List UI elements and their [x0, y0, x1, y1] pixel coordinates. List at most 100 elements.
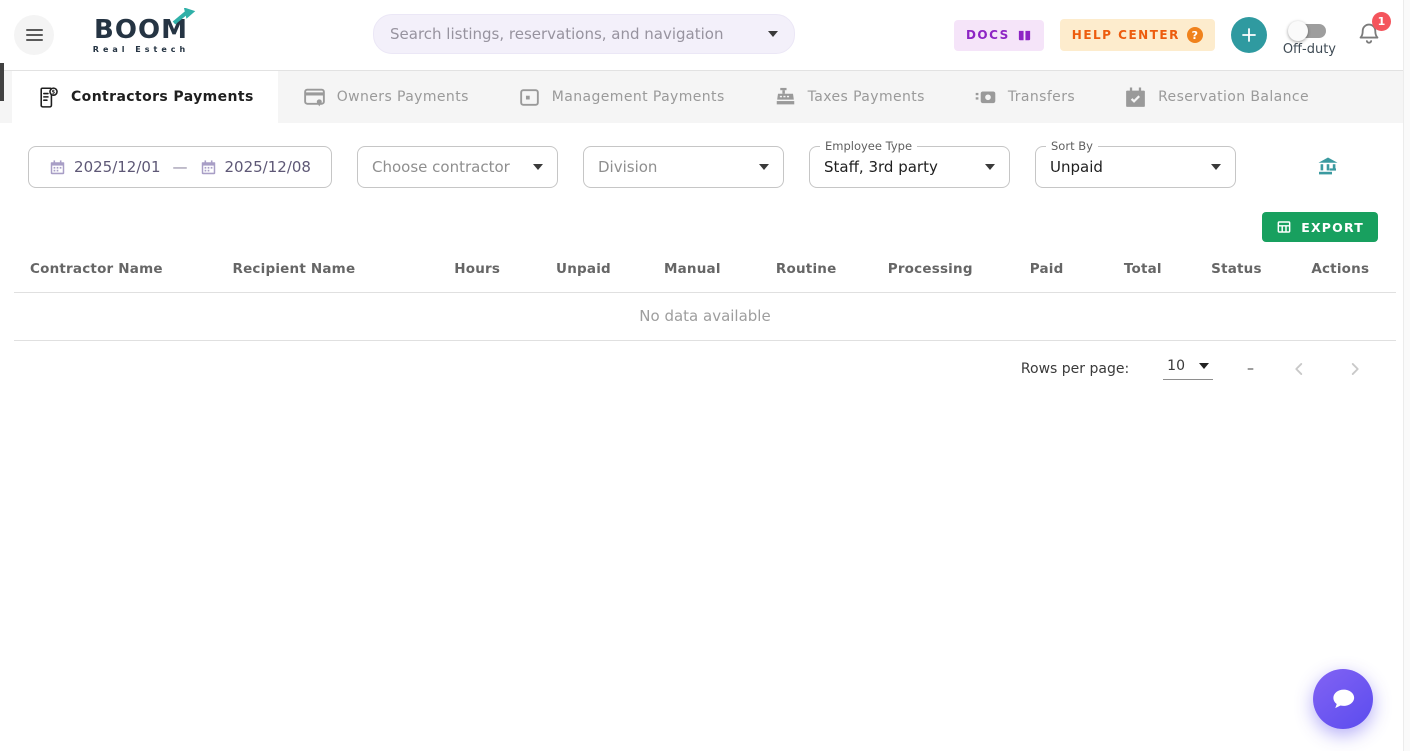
calendar-icon: [200, 159, 217, 176]
tab-taxes-payments[interactable]: Taxes Payments: [749, 71, 949, 123]
col-processing: Processing: [864, 246, 996, 293]
rows-per-page-value: 10: [1167, 358, 1185, 374]
chevron-down-icon: [533, 164, 543, 170]
date-to-value: 2025/12/08: [225, 158, 311, 176]
col-total: Total: [1097, 246, 1188, 293]
logo-arrow-icon: [172, 8, 196, 26]
page: BOOM Real Estech DOCS HELP CENTER: [0, 0, 1410, 751]
notifications-button[interactable]: 1: [1356, 20, 1382, 50]
empty-message: No data available: [14, 293, 1396, 341]
contractor-select[interactable]: Choose contractor: [357, 146, 558, 188]
employee-type-select[interactable]: Employee Type Staff, 3rd party: [809, 146, 1010, 188]
rows-per-page-select[interactable]: 10: [1163, 358, 1213, 380]
col-manual: Manual: [637, 246, 748, 293]
chevron-left-icon: [1288, 358, 1310, 380]
pagination: Rows per page: 10 –: [0, 341, 1410, 380]
scrollbar[interactable]: [1403, 0, 1410, 751]
book-icon: [1017, 28, 1032, 43]
notification-badge: 1: [1372, 12, 1391, 31]
tab-reservation-balance[interactable]: Reservation Balance: [1099, 71, 1333, 123]
col-actions: Actions: [1285, 246, 1396, 293]
hamburger-icon: [26, 29, 43, 31]
export-button[interactable]: EXPORT: [1262, 212, 1378, 242]
page-range: –: [1247, 361, 1254, 377]
tab-label: Reservation Balance: [1158, 89, 1309, 105]
help-center-label: HELP CENTER: [1072, 28, 1180, 42]
duty-toggle[interactable]: [1292, 24, 1326, 38]
date-from-value: 2025/12/01: [74, 158, 160, 176]
calendar-icon: [49, 159, 66, 176]
logo-subtitle: Real Estech: [93, 45, 189, 54]
payments-table: Contractor Name Recipient Name Hours Unp…: [14, 246, 1396, 341]
question-mark-icon: ?: [1187, 27, 1203, 43]
plus-icon: [1240, 26, 1258, 44]
docs-button[interactable]: DOCS: [954, 20, 1044, 51]
col-paid: Paid: [996, 246, 1097, 293]
receipt-dollar-icon: $: [36, 85, 61, 110]
col-routine: Routine: [748, 246, 864, 293]
boom-logo[interactable]: BOOM Real Estech: [82, 17, 200, 54]
global-search[interactable]: [373, 14, 795, 54]
sort-by-select[interactable]: Sort By Unpaid: [1035, 146, 1236, 188]
top-header: BOOM Real Estech DOCS HELP CENTER: [0, 0, 1410, 70]
docs-label: DOCS: [966, 28, 1010, 42]
chevron-right-icon: [1344, 358, 1366, 380]
search-input[interactable]: [390, 25, 768, 43]
col-status: Status: [1188, 246, 1284, 293]
duty-toggle-group: Off-duty: [1283, 19, 1336, 57]
help-center-button[interactable]: HELP CENTER ?: [1060, 19, 1215, 51]
date-from[interactable]: 2025/12/01: [49, 158, 160, 176]
col-hours: Hours: [424, 246, 530, 293]
tab-label: Owners Payments: [337, 89, 469, 105]
date-separator: —: [173, 158, 188, 176]
payments-tabbar: $ Contractors Payments Owners Payments M…: [0, 70, 1410, 123]
date-to[interactable]: 2025/12/08: [200, 158, 311, 176]
cash-register-icon: [773, 85, 798, 110]
chevron-down-icon: [1211, 164, 1221, 170]
date-range-picker[interactable]: 2025/12/01 — 2025/12/08: [28, 146, 332, 188]
division-select[interactable]: Division: [583, 146, 784, 188]
duty-toggle-label: Off-duty: [1283, 42, 1336, 57]
sidebar-edge: [0, 63, 4, 101]
chat-launcher-button[interactable]: [1313, 669, 1373, 729]
chat-bubble-icon: [1328, 684, 1358, 714]
tab-contractors-payments[interactable]: $ Contractors Payments: [12, 71, 278, 123]
hamburger-menu-button[interactable]: [14, 15, 54, 55]
chevron-down-icon: [759, 164, 769, 170]
tab-label: Taxes Payments: [808, 89, 925, 105]
header-actions: DOCS HELP CENTER ? Off-duty: [954, 0, 1382, 70]
payments-icon: [973, 85, 998, 110]
bank-icon: [1316, 155, 1340, 179]
col-recipient-name: Recipient Name: [216, 246, 424, 293]
square-inset-icon: [517, 85, 542, 110]
tab-label: Contractors Payments: [71, 89, 254, 105]
sort-by-label: Sort By: [1046, 139, 1098, 153]
export-label: EXPORT: [1301, 220, 1364, 235]
tab-label: Management Payments: [552, 89, 725, 105]
col-unpaid: Unpaid: [530, 246, 636, 293]
bank-transfer-button[interactable]: [1316, 155, 1340, 179]
chevron-down-icon: [985, 164, 995, 170]
tab-label: Transfers: [1008, 89, 1075, 105]
tab-transfers[interactable]: Transfers: [949, 71, 1099, 123]
contractor-placeholder: Choose contractor: [372, 158, 510, 176]
employee-type-label: Employee Type: [820, 139, 917, 153]
table-toolbar: EXPORT: [0, 188, 1410, 242]
division-placeholder: Division: [598, 158, 657, 176]
sort-by-value: Unpaid: [1050, 158, 1103, 176]
svg-text:$: $: [51, 89, 55, 95]
toggle-knob: [1288, 21, 1308, 41]
previous-page-button[interactable]: [1288, 358, 1310, 380]
chevron-down-icon: [1199, 363, 1209, 369]
tab-owners-payments[interactable]: Owners Payments: [278, 71, 493, 123]
next-page-button[interactable]: [1344, 358, 1366, 380]
add-button[interactable]: [1231, 17, 1267, 53]
chevron-down-icon: [768, 31, 778, 37]
col-contractor-name: Contractor Name: [14, 246, 216, 293]
employee-type-value: Staff, 3rd party: [824, 158, 938, 176]
filters-row: 2025/12/01 — 2025/12/08 Choose contracto…: [0, 123, 1410, 188]
tab-management-payments[interactable]: Management Payments: [493, 71, 749, 123]
table-grid-icon: [1276, 219, 1292, 235]
empty-row: No data available: [14, 293, 1396, 341]
calendar-check-icon: [1123, 85, 1148, 110]
